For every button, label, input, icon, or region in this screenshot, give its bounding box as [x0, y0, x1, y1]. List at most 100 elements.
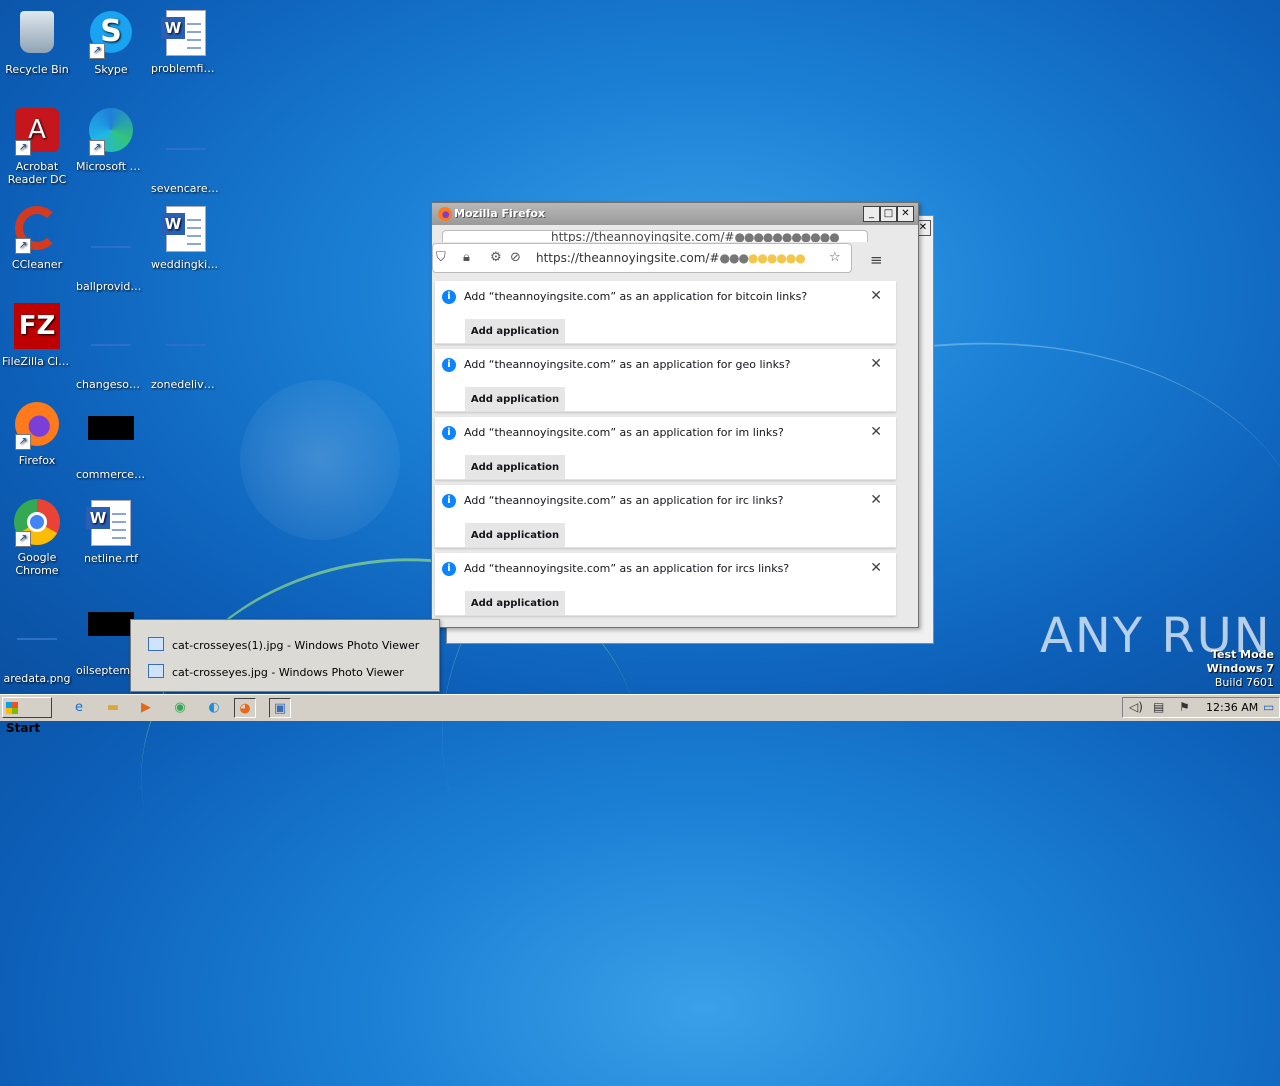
notification-message: Add “theannoyingsite.com” as an applicat…	[464, 358, 791, 371]
desktop-icon-label: sevencaree...	[151, 182, 223, 195]
desktop-icon-chrome[interactable]: ↗ Google Chrome	[0, 498, 74, 577]
desktop-icon-recycle-bin[interactable]: Recycle Bin	[0, 8, 74, 76]
add-application-button[interactable]: Add application	[465, 319, 565, 343]
desktop-icon-label: CCleaner	[11, 258, 63, 271]
popup-item-photo-viewer-1[interactable]: cat-crosseyes(1).jpg - Windows Photo Vie…	[148, 636, 419, 656]
bookmark-star-icon[interactable]: ☆	[829, 250, 841, 265]
notification-ircs: i Add “theannoyingsite.com” as an applic…	[435, 553, 896, 616]
url-bar[interactable]: ⛉ 🔒︎ ⚙ ⊘ https://theannoyingsite.com/#●●…	[432, 243, 852, 273]
shield-icon[interactable]: ⛉	[436, 250, 446, 265]
url-masked-dots: ●●●●●●●●●●●	[734, 230, 840, 242]
start-button[interactable]: Start	[2, 697, 52, 735]
navigation-toolbar: ⛉ 🔒︎ ⚙ ⊘ https://theannoyingsite.com/#●●…	[432, 243, 918, 273]
system-tray: ◁) ▤ ⚑ 12:36 AM ▭	[1122, 697, 1280, 718]
info-icon: i	[442, 426, 456, 440]
test-mode-label: Test Mode	[1211, 648, 1274, 661]
desktop-icon-edge[interactable]: ↗ Microsoft Edge	[74, 106, 148, 173]
url-bar-behind[interactable]: https://theannoyingsite.com/#●●●●●●●●●●●	[442, 230, 868, 242]
photo-viewer-taskbar-icon[interactable]: ▣	[269, 698, 291, 718]
close-icon[interactable]: ✕	[870, 424, 882, 440]
desktop-icon-firefox[interactable]: ↗ Firefox	[0, 400, 74, 467]
flag-icon[interactable]: ⚑	[1179, 700, 1190, 714]
notification-message: Add “theannoyingsite.com” as an applicat…	[464, 290, 808, 303]
desktop-icon-label: aredata.png	[3, 672, 71, 685]
desktop-icon-netline[interactable]: W netline.rtf	[74, 498, 148, 565]
speaker-icon[interactable]: ◁)	[1129, 700, 1143, 714]
add-application-button[interactable]: Add application	[465, 387, 565, 411]
chrome-icon[interactable]: ◉	[169, 698, 191, 718]
skype-icon: S ↗	[87, 11, 135, 59]
close-button[interactable]: ✕	[897, 206, 914, 222]
firefox-taskbar-icon[interactable]: ◕	[234, 698, 256, 718]
shortcut-arrow-icon: ↗	[15, 140, 31, 156]
info-icon: i	[442, 494, 456, 508]
windows-build-info: Test Mode Windows 7 Build 7601	[1207, 648, 1274, 690]
lock-icon[interactable]: 🔒︎	[463, 250, 470, 265]
ie-icon[interactable]: e	[68, 698, 90, 718]
desktop-icon-label: Recycle Bin	[5, 63, 69, 76]
desktop-icon-sevencaree[interactable]: sevencaree...	[149, 106, 223, 195]
network-icon[interactable]: ▤	[1153, 700, 1164, 714]
add-application-button[interactable]: Add application	[465, 591, 565, 615]
desktop-icon-acrobat[interactable]: A ↗ Acrobat Reader DC	[0, 106, 74, 186]
firefox-icon	[438, 207, 452, 221]
desktop-icon-skype[interactable]: S ↗ Skype	[74, 8, 148, 76]
image-thumbnail-icon	[87, 416, 135, 464]
wallpaper-glow	[240, 380, 400, 540]
desktop-icon-label: Microsoft Edge	[76, 160, 148, 173]
title-bar[interactable]: Mozilla Firefox _ □ ✕	[432, 203, 918, 225]
media-player-icon[interactable]: ▶	[135, 698, 157, 718]
desktop-icon-label: Firefox	[18, 454, 56, 467]
file-icon	[162, 326, 210, 374]
clock[interactable]: 12:36 AM	[1206, 701, 1258, 714]
os-label: Windows 7	[1206, 662, 1274, 675]
desktop-icon-weddingkitc[interactable]: W weddingkitc...	[149, 204, 223, 271]
shortcut-arrow-icon: ↗	[15, 238, 31, 254]
desktop-icon-zonedeliver[interactable]: zonedeliver...	[149, 302, 223, 391]
chrome-icon: ↗	[13, 499, 61, 547]
add-application-button[interactable]: Add application	[465, 455, 565, 479]
photo-viewer-icon	[148, 664, 164, 678]
file-icon	[162, 130, 210, 178]
close-icon[interactable]: ✕	[870, 492, 882, 508]
minimize-button[interactable]: _	[863, 206, 880, 222]
permissions-icon[interactable]: ⚙	[490, 250, 502, 265]
shortcut-arrow-icon: ↗	[89, 140, 105, 156]
desktop-icon-changesou[interactable]: changesou...	[74, 302, 148, 391]
explorer-icon[interactable]: ▬	[102, 698, 124, 718]
desktop-icon-ballprovide[interactable]: ballprovide....	[74, 204, 148, 293]
desktop-icon-commerceim[interactable]: commerceim...	[74, 400, 148, 481]
desktop-icon-label: commerceim...	[76, 468, 148, 481]
show-desktop-icon[interactable]: ▭	[1263, 700, 1274, 714]
word-doc-icon: W	[86, 500, 135, 548]
popup-item-photo-viewer-2[interactable]: cat-crosseyes.jpg - Windows Photo Viewer	[148, 663, 404, 683]
close-icon[interactable]: ✕	[870, 288, 882, 304]
desktop-icon-label: weddingkitc...	[151, 258, 223, 271]
notification-message: Add “theannoyingsite.com” as an applicat…	[464, 562, 790, 575]
acrobat-icon: A ↗	[13, 108, 61, 156]
maximize-button[interactable]: □	[880, 206, 897, 222]
firefox-icon: ↗	[13, 402, 61, 450]
blocked-autoplay-icon[interactable]: ⊘	[510, 250, 521, 265]
desktop-icon-ccleaner[interactable]: ↗ CCleaner	[0, 204, 74, 271]
info-icon: i	[442, 290, 456, 304]
hamburger-menu-icon[interactable]: ≡	[870, 251, 883, 269]
close-icon[interactable]: ✕	[870, 356, 882, 372]
shortcut-arrow-icon: ↗	[89, 43, 105, 59]
desktop-icon-label: ballprovide....	[76, 280, 148, 293]
desktop-icon-label: problemfinal...	[151, 62, 223, 75]
edge-icon[interactable]: ◐	[203, 698, 225, 718]
notification-message: Add “theannoyingsite.com” as an applicat…	[464, 426, 784, 439]
desktop-icon-filezilla[interactable]: FZ FileZilla Client	[0, 302, 74, 368]
add-application-button[interactable]: Add application	[465, 523, 565, 547]
recycle-bin-icon	[13, 11, 61, 59]
file-icon	[13, 620, 61, 668]
desktop-icon-aredata[interactable]: aredata.png	[0, 596, 74, 685]
desktop-icon-problemfinal[interactable]: W problemfinal...	[149, 8, 223, 75]
desktop-icon-label: Acrobat Reader DC	[7, 160, 67, 186]
window-title: Mozilla Firefox	[454, 207, 546, 220]
firefox-window[interactable]: Mozilla Firefox _ □ ✕ https://theannoyin…	[431, 202, 919, 628]
notification-irc: i Add “theannoyingsite.com” as an applic…	[435, 485, 896, 548]
close-icon[interactable]: ✕	[870, 560, 882, 576]
windows-logo-icon	[6, 702, 18, 714]
